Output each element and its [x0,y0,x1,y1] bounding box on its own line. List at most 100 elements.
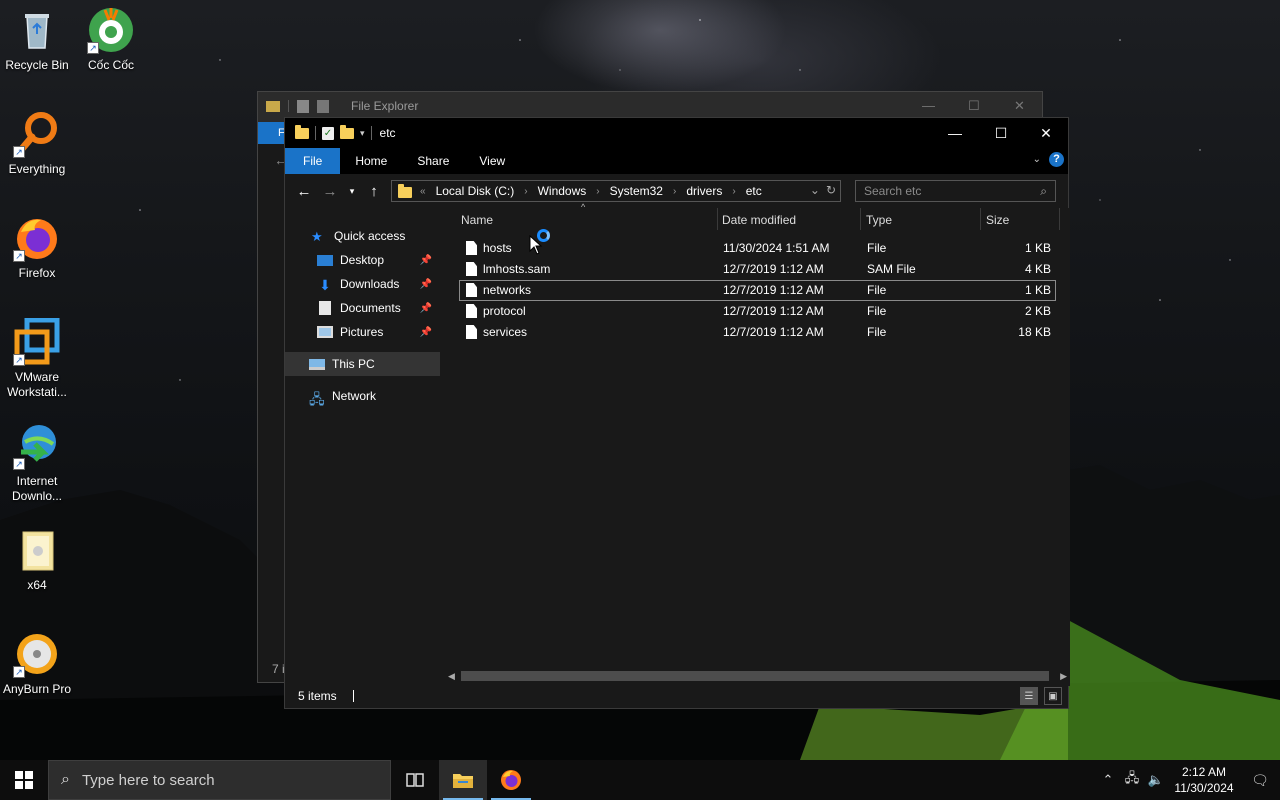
column-divider[interactable] [1059,208,1060,230]
column-divider[interactable] [980,208,981,230]
window-titlebar[interactable]: ✓ ▾ etc — ☐ ✕ [285,118,1068,148]
background-window-titlebar[interactable]: File Explorer — ☐ ✕ [258,92,1042,120]
breadcrumb-chevron-icon[interactable]: › [596,186,599,197]
taskbar-file-explorer[interactable] [439,760,487,800]
nav-item-downloads[interactable]: ⬇ Downloads 📌 [285,272,440,296]
notification-center-icon[interactable]: 🗨 [1240,772,1280,789]
breadcrumb-chevron-icon[interactable]: › [524,186,527,197]
refresh-icon[interactable]: ↻ [826,183,836,197]
nav-network[interactable]: 🖧 Network [285,384,440,408]
file-size: 1 KB [1024,283,1051,297]
address-dropdown-chevron-icon[interactable]: ⌄ [810,183,820,197]
nav-item-pictures[interactable]: Pictures 📌 [285,320,440,344]
file-size: 4 KB [1024,262,1051,276]
back-button[interactable]: ← [293,183,315,200]
column-divider[interactable] [717,208,718,230]
desktop-icon-label: Cốc Cốc [87,58,134,72]
column-size[interactable]: Size [986,213,1009,227]
background-minimize-button[interactable]: — [922,98,935,113]
pin-icon[interactable]: 📌 [420,255,432,266]
start-button[interactable] [0,760,48,800]
close-button[interactable]: ✕ [1023,118,1069,148]
pin-icon[interactable]: 📌 [420,327,432,338]
background-close-button[interactable]: ✕ [1014,98,1025,114]
customize-toolbar-chevron-icon[interactable]: ▾ [360,128,365,139]
file-explorer-window[interactable]: ✓ ▾ etc — ☐ ✕ File Home Share View ⌄ ? ←… [284,117,1070,709]
file-row-networks[interactable]: networks 12/7/2019 1:12 AM File 1 KB [459,280,1056,301]
up-button[interactable]: ↑ [363,183,385,200]
pin-icon[interactable]: 📌 [420,279,432,290]
file-row-services[interactable]: services 12/7/2019 1:12 AM File 18 KB [459,322,1056,343]
task-view-icon [406,773,424,787]
pin-icon[interactable]: 📌 [420,303,432,314]
properties-icon[interactable]: ✓ [322,126,334,140]
background-maximize-button[interactable]: ☐ [968,98,980,114]
maximize-button[interactable]: ☐ [978,118,1024,148]
taskbar-firefox[interactable] [487,760,535,800]
folder-icon [295,124,309,139]
network-status-icon[interactable]: 🖧 [1120,769,1144,791]
tab-view[interactable]: View [464,148,520,174]
address-overflow-icon[interactable]: « [420,186,426,197]
breadcrumb-system32[interactable]: System32 [610,184,663,198]
breadcrumb-local-disk[interactable]: Local Disk (C:) [436,184,515,198]
search-input[interactable]: Search etc ⌕ [855,180,1056,202]
details-view-button[interactable]: ☰ [1020,687,1038,705]
system-tray: ⌃ 🖧 🔈 2:12 AM 11/30/2024 🗨 [1096,760,1280,800]
minimize-button[interactable]: — [932,118,978,148]
recent-locations-chevron-icon[interactable]: ▾ [341,186,363,197]
show-hidden-icons-chevron-icon[interactable]: ⌃ [1096,772,1120,788]
nav-quick-access[interactable]: ★ Quick access [285,224,440,248]
search-placeholder: Search etc [864,184,922,198]
file-date: 12/7/2019 1:12 AM [723,262,824,276]
clock-time: 2:12 AM [1181,765,1227,779]
breadcrumb-etc[interactable]: etc [746,184,762,198]
column-name[interactable]: Name [461,213,493,227]
scroll-left-arrow-icon[interactable]: ◀ [448,671,455,682]
nav-item-documents[interactable]: Documents 📌 [285,296,440,320]
file-row-lmhosts[interactable]: lmhosts.sam 12/7/2019 1:12 AM SAM File 4… [459,259,1056,280]
desktop-icon-everything[interactable]: ↗ Everything [0,110,74,177]
firefox-icon: ↗ [13,214,61,262]
taskbar-search-box[interactable]: ⌕ Type here to search [48,760,391,800]
file-row-protocol[interactable]: protocol 12/7/2019 1:12 AM File 2 KB [459,301,1056,322]
horizontal-scrollbar[interactable]: ◀ ▶ [443,668,1067,684]
file-row-hosts[interactable]: hosts 11/30/2024 1:51 AM File 1 KB [459,238,1056,259]
column-date-modified[interactable]: Date modified [722,213,796,227]
nav-this-pc[interactable]: This PC [285,352,440,376]
desktop-icon-label: AnyBurn Pro [2,682,72,696]
volume-muted-icon[interactable]: 🔈 [1144,772,1168,788]
breadcrumb-drivers[interactable]: drivers [686,184,722,198]
desktop-icon-anyburn[interactable]: ↗ AnyBurn Pro [0,630,74,697]
column-type[interactable]: Type [866,213,892,227]
nav-item-desktop[interactable]: Desktop 📌 [285,248,440,272]
new-folder-icon[interactable] [340,124,354,139]
help-icon[interactable]: ? [1049,152,1064,167]
desktop-icon-vmware[interactable]: ↗ VMware Workstati... [0,317,74,400]
scroll-right-arrow-icon[interactable]: ▶ [1060,671,1067,682]
desktop-icon-recycle-bin[interactable]: Recycle Bin [0,6,74,73]
coccoc-browser-icon: ↗ [87,6,135,54]
computer-icon [309,358,325,370]
tab-file[interactable]: File [285,148,341,174]
large-icons-view-button[interactable]: ▣ [1044,687,1062,705]
breadcrumb-chevron-icon[interactable]: › [673,186,676,197]
column-divider[interactable] [860,208,861,230]
everything-search-icon: ↗ [13,110,61,158]
expand-ribbon-chevron-icon[interactable]: ⌄ [1033,154,1041,165]
tab-share[interactable]: Share [402,148,464,174]
desktop-icon-idm[interactable]: ↗ Internet Downlo... [0,422,74,504]
desktop-icon-coccoc[interactable]: ↗ Cốc Cốc [74,6,148,73]
desktop-icon-x64-folder[interactable]: x64 [0,526,74,593]
file-date: 12/7/2019 1:12 AM [723,304,824,318]
breadcrumb-windows[interactable]: Windows [538,184,587,198]
breadcrumb-chevron-icon[interactable]: › [732,186,735,197]
desktop-icon-firefox[interactable]: ↗ Firefox [0,214,74,281]
address-bar[interactable]: « Local Disk (C:) › Windows › System32 ›… [391,180,841,202]
scrollbar-thumb[interactable] [461,671,1049,681]
file-type: File [867,325,887,339]
tab-home[interactable]: Home [340,148,402,174]
task-view-button[interactable] [391,760,439,800]
clock[interactable]: 2:12 AM 11/30/2024 [1168,764,1240,796]
forward-button[interactable]: → [319,183,341,200]
